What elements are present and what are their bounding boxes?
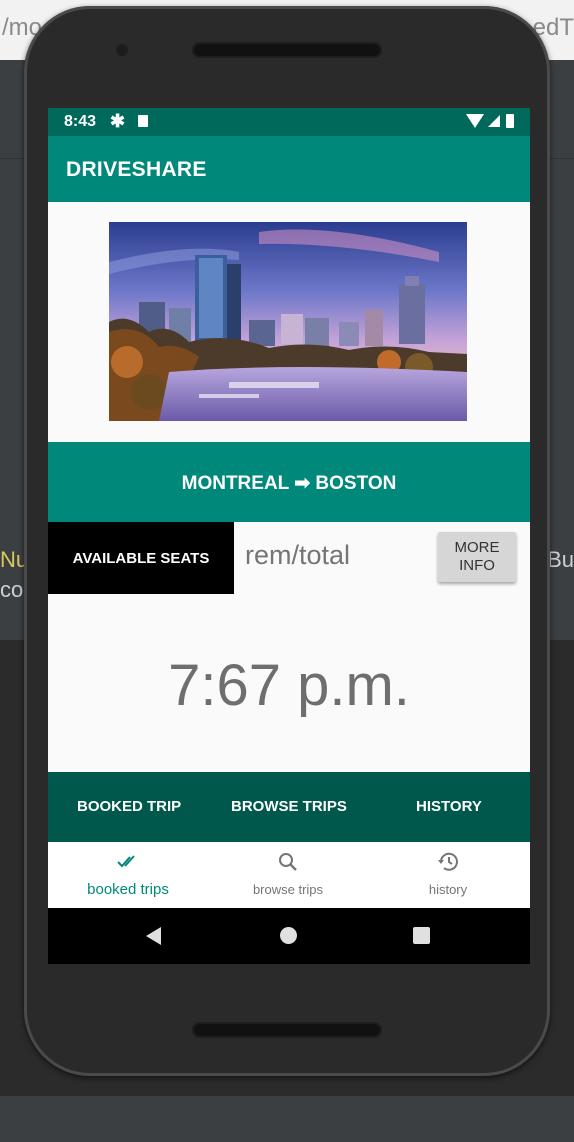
seats-count: rem/total — [245, 540, 351, 570]
available-seats-label-box: AVAILABLE SEATS — [48, 522, 234, 594]
more-info-label-line2: INFO — [459, 557, 495, 574]
settings-gear-icon: ✱ — [110, 111, 126, 131]
search-icon — [208, 852, 368, 878]
action-button-bar: BOOKED TRIP BROWSE TRIPS HISTORY — [48, 772, 530, 842]
ide-code-fragment-right: Bu — [547, 547, 574, 572]
signal-icon — [488, 115, 500, 127]
more-info-label-line1: MORE — [454, 539, 500, 556]
bottom-speaker — [192, 1022, 382, 1038]
wifi-icon — [466, 114, 484, 128]
battery-icon — [506, 114, 514, 128]
double-check-icon — [48, 852, 208, 875]
phone-screen: 8:43 ✱ DRIVESHARE MONTREAL ➡ BOSTON AVAI… — [48, 108, 530, 964]
home-icon[interactable] — [280, 927, 297, 944]
nav-label: booked trips — [87, 881, 169, 898]
nav-label: history — [428, 882, 468, 897]
departure-time: 7:67 p.m. — [168, 653, 410, 718]
route-label: MONTREAL ➡ BOSTON — [181, 473, 397, 494]
system-navigation-bar — [48, 908, 530, 964]
nav-booked-trips[interactable]: booked trips — [48, 842, 208, 908]
booked-trip-button[interactable]: BOOKED TRIP — [77, 798, 181, 815]
recent-apps-icon[interactable] — [413, 927, 430, 944]
camera-icon — [116, 44, 128, 56]
route-banner: MONTREAL ➡ BOSTON — [48, 442, 530, 522]
available-seats-label: AVAILABLE SEATS — [72, 550, 210, 567]
sd-card-icon — [138, 115, 148, 127]
city-skyline-image — [109, 222, 467, 421]
app-bar: DRIVESHARE — [48, 136, 530, 202]
app-title: DRIVESHARE — [66, 158, 207, 181]
nav-label: browse trips — [252, 882, 324, 897]
nav-browse-trips[interactable]: browse trips — [208, 842, 368, 908]
back-icon[interactable] — [146, 927, 161, 945]
nav-history[interactable]: history — [368, 842, 528, 908]
history-button[interactable]: HISTORY — [416, 798, 482, 815]
history-icon — [368, 852, 528, 878]
status-time: 8:43 — [64, 113, 97, 130]
bottom-navigation: booked trips browse trips history — [48, 842, 530, 908]
more-info-button[interactable]: MORE INFO — [438, 532, 516, 582]
top-speaker — [192, 42, 382, 58]
android-status-bar: 8:43 ✱ — [48, 108, 530, 136]
ide-status-bar — [0, 1095, 574, 1142]
browse-trips-button[interactable]: BROWSE TRIPS — [231, 798, 347, 815]
